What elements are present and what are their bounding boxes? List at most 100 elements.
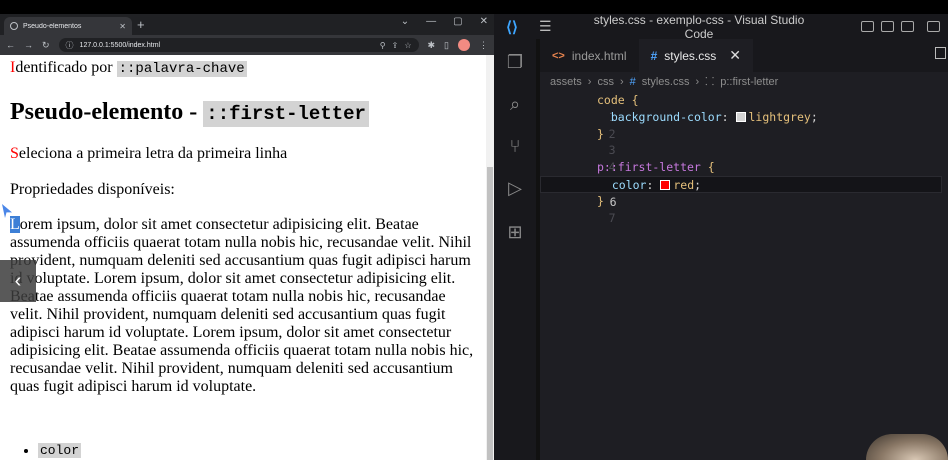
brace: } xyxy=(597,193,604,208)
code-line[interactable]: 2 background-color: lightgrey; xyxy=(540,109,948,141)
browser-tabstrip: Pseudo-elementos ✕ + ⌄ — ▢ ✕ xyxy=(0,14,494,35)
intro-text: Identificado por xyxy=(10,59,117,76)
toggle-secondary-sidebar-icon[interactable] xyxy=(901,21,914,32)
browser-tab-title: Pseudo-elementos xyxy=(23,22,82,30)
vscode-titlebar: ⟨⟩ ☰ styles.css - exemplo-css - Visual S… xyxy=(494,12,948,41)
extensions-icon[interactable]: ✱ xyxy=(428,40,436,51)
keyword-code: ::palavra-chave xyxy=(116,61,247,77)
browser-tab[interactable]: Pseudo-elementos ✕ xyxy=(4,17,132,35)
code-editor[interactable]: 1 code { 2 background-color: lightgrey; … xyxy=(540,92,948,225)
lorem-text: orem ipsum, dolor sit amet consectetur a… xyxy=(10,216,474,395)
url-text: 127.0.0.1:5500/index.html xyxy=(79,41,161,49)
editor-tabs: <> index.html # styles.css ✕ xyxy=(540,39,948,72)
css-file-icon: # xyxy=(629,75,636,88)
address-bar-row: ← → ↻ ⓘ 127.0.0.1:5500/index.html ⚲ ⇪ ☆ … xyxy=(0,35,494,55)
chevron-right-icon: › xyxy=(587,75,592,88)
search-icon[interactable]: ⌕ xyxy=(504,93,526,115)
close-icon[interactable]: ✕ xyxy=(729,47,741,64)
explorer-files-icon[interactable]: ❐ xyxy=(504,51,526,73)
css-property: background-color xyxy=(610,109,722,124)
code-line[interactable]: 4 xyxy=(540,142,948,174)
css-value: red xyxy=(673,177,695,192)
breadcrumb: assets › css › # styles.css › ⸬ p::first… xyxy=(550,74,778,89)
info-icon[interactable]: ⓘ xyxy=(66,40,74,51)
back-arrow-icon[interactable]: ← xyxy=(6,40,15,50)
page-heading: Pseudo-elemento - ::first-letter xyxy=(10,97,369,129)
toggle-primary-sidebar-icon[interactable] xyxy=(861,21,874,32)
scrollbar-thumb[interactable] xyxy=(487,167,493,460)
run-debug-icon[interactable]: ▷ xyxy=(504,177,526,199)
chevron-left-icon: ‹ xyxy=(14,269,22,292)
bookmark-star-icon[interactable]: ☆ xyxy=(404,41,411,50)
css-selector: p::first-letter xyxy=(597,160,701,175)
brace: { xyxy=(631,93,639,107)
webcam-overlay xyxy=(866,434,948,460)
browser-window: Pseudo-elementos ✕ + ⌄ — ▢ ✕ ← → ↻ ⓘ 127… xyxy=(0,14,494,460)
tab-label: styles.css xyxy=(664,48,717,63)
code-line[interactable]: 1 code { xyxy=(540,92,948,124)
css-property: color xyxy=(611,177,647,192)
breadcrumb-item[interactable]: styles.css xyxy=(642,76,690,88)
css-value: lightgrey xyxy=(748,109,811,124)
tab-close-icon[interactable]: ✕ xyxy=(119,22,126,31)
chevron-right-icon: › xyxy=(619,75,624,88)
tab-styles-css[interactable]: # styles.css ✕ xyxy=(638,39,753,72)
code-line[interactable]: 3 } xyxy=(540,126,948,158)
hamburger-menu-icon[interactable]: ☰ xyxy=(539,18,552,35)
globe-icon xyxy=(10,22,18,30)
color-swatch[interactable] xyxy=(660,179,671,190)
page-scrollbar[interactable] xyxy=(486,55,494,460)
breadcrumb-item[interactable]: assets xyxy=(550,76,582,88)
maximize-button[interactable]: ▢ xyxy=(453,16,462,27)
share-icon[interactable]: ⇪ xyxy=(392,41,399,50)
current-code-line[interactable]: 6 color: red; xyxy=(540,175,942,209)
profile-avatar[interactable] xyxy=(458,39,470,51)
intro-paragraph: Identificado por ::palavra-chave xyxy=(10,59,247,78)
list-item-code: color xyxy=(38,443,82,458)
customize-layout-icon[interactable] xyxy=(927,21,940,32)
chevron-right-icon: › xyxy=(695,75,700,88)
breadcrumb-item[interactable]: css xyxy=(597,76,614,88)
breadcrumb-item[interactable]: p::first-letter xyxy=(720,76,778,88)
lorem-paragraph: Lorem ipsum, dolor sit amet consectetur … xyxy=(10,216,478,396)
html-file-icon: <> xyxy=(552,49,565,62)
vscode-window: ⟨⟩ ☰ styles.css - exemplo-css - Visual S… xyxy=(494,12,948,460)
split-editor-icon[interactable] xyxy=(935,47,946,59)
close-window-button[interactable]: ✕ xyxy=(480,16,488,27)
code-line[interactable]: 5 p::first-letter { xyxy=(540,159,948,191)
selector-symbol-icon: ⸬ xyxy=(705,76,715,88)
vscode-logo-icon: ⟨⟩ xyxy=(506,18,518,36)
list-item: color xyxy=(38,443,82,459)
brace: { xyxy=(707,160,715,175)
sidepanel-icon[interactable]: ▯ xyxy=(444,40,449,51)
tab-index-html[interactable]: <> index.html xyxy=(540,39,639,72)
properties-label: Propriedades disponíveis: xyxy=(10,181,175,198)
tab-search-icon[interactable]: ⌄ xyxy=(401,16,409,27)
page-content: Identificado por ::palavra-chave Pseudo-… xyxy=(0,55,486,460)
code-line[interactable]: 7 } xyxy=(540,193,948,225)
source-control-icon[interactable]: ⑂ xyxy=(504,135,526,157)
heading-text: Pseudo-elemento - xyxy=(10,99,204,125)
vscode-title: styles.css - exemplo-css - Visual Studio… xyxy=(593,12,805,41)
prev-slide-button[interactable]: ‹ xyxy=(0,260,36,302)
description-paragraph: Seleciona a primeira letra da primeira l… xyxy=(10,145,288,162)
heading-code: ::first-letter xyxy=(203,101,369,127)
url-field[interactable]: ⓘ 127.0.0.1:5500/index.html ⚲ ⇪ ☆ xyxy=(58,38,419,52)
minimize-button[interactable]: — xyxy=(426,16,436,27)
menu-kebab-icon[interactable]: ⋮ xyxy=(479,40,488,51)
forward-arrow-icon[interactable]: → xyxy=(24,40,33,50)
window-controls: ⌄ — ▢ ✕ xyxy=(401,16,488,27)
activity-bar: ❐ ⌕ ⑂ ▷ ⊞ xyxy=(494,39,536,460)
zoom-icon[interactable]: ⚲ xyxy=(380,41,386,50)
extensions-icon[interactable]: ⊞ xyxy=(504,221,526,243)
selected-first-letter: L xyxy=(10,216,20,233)
brace: } xyxy=(597,126,604,141)
tab-label: index.html xyxy=(571,48,627,63)
color-swatch[interactable] xyxy=(735,111,746,122)
toggle-panel-icon[interactable] xyxy=(881,21,894,32)
new-tab-button[interactable]: + xyxy=(137,17,145,33)
layout-controls xyxy=(861,21,940,32)
properties-list: color xyxy=(38,443,82,459)
css-file-icon: # xyxy=(650,48,658,63)
reload-icon[interactable]: ↻ xyxy=(42,40,50,51)
